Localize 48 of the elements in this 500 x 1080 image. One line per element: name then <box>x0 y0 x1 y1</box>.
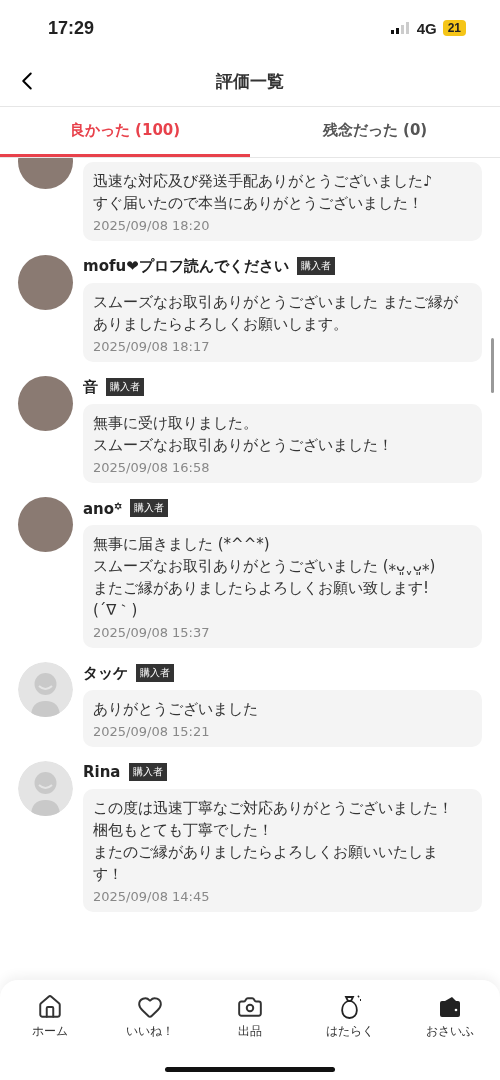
review-text: ありがとうございました <box>93 699 259 720</box>
buyer-badge: 購入者 <box>106 378 144 396</box>
review-text: 迅速な対応及び発送手配ありがとうございました♪ <box>93 171 434 192</box>
reviewer-name: ano꙳ <box>83 499 123 518</box>
review-text: (´∇｀) <box>93 600 139 621</box>
scrollbar <box>491 338 494 393</box>
heart-icon <box>137 994 163 1020</box>
page-title: 評価一覧 <box>216 69 284 93</box>
review-text: スムーズなお取引ありがとうございました！ <box>93 435 394 456</box>
review-date: 2025/09/08 14:45 <box>93 889 211 904</box>
review-text: 無事に受け取りました。 <box>93 413 259 434</box>
review-date: 2025/09/08 16:58 <box>93 460 211 475</box>
review-text: またのご縁がありましたらよろしくお願いいたします！ <box>93 842 439 885</box>
nav-item[interactable]: ホーム <box>10 994 90 1039</box>
reviewer-name: mofu❤プロフ読んでください <box>83 256 289 276</box>
review-text: 無事に届きました (*^^*) <box>93 534 271 555</box>
avatar-photo[interactable] <box>18 497 73 552</box>
home-icon <box>37 994 63 1020</box>
avatar-silhouette <box>18 761 73 816</box>
battery-level: 21 <box>442 20 466 36</box>
reviewer-name: 音 <box>83 377 98 397</box>
review-date: 2025/09/08 18:20 <box>93 218 211 233</box>
review-date: 2025/09/08 18:17 <box>93 339 211 354</box>
status-time: 17:29 <box>48 17 95 39</box>
review-text: スムーズなお取引ありがとうございました またご縁がありましたらよろしくお願いします。 <box>93 292 459 335</box>
review-text: またご縁がありましたらよろしくお願い致します! <box>93 578 430 599</box>
camera-icon <box>237 994 263 1020</box>
nav-item[interactable]: 出品 <box>210 994 290 1039</box>
buyer-badge: 購入者 <box>296 257 335 275</box>
nav-item[interactable]: はたらく <box>310 994 390 1039</box>
signal-icon <box>390 22 411 34</box>
buyer-badge: 購入者 <box>130 499 169 517</box>
review-text: この度は迅速丁寧なご対応ありがとうございました！梱包もとても丁寧でした！ <box>93 798 454 841</box>
buyer-badge: 購入者 <box>128 763 167 781</box>
buyer-badge: 購入者 <box>136 664 174 682</box>
review-text: スムーズなお取引ありがとうございました (⁎ᴗ͈ˬᴗ͈⁎) <box>93 556 437 577</box>
nav-item[interactable]: いいね！ <box>110 994 190 1039</box>
avatar-photo[interactable] <box>18 376 73 431</box>
nav-item[interactable]: おさいふ <box>410 994 490 1039</box>
reviewer-name: Rina <box>83 763 121 781</box>
reviewer-name: タッケ <box>83 663 128 683</box>
network-label: 4G <box>416 19 437 37</box>
review-text: すぐ届いたので本当にありがとうございました！ <box>93 193 424 214</box>
review-date: 2025/09/08 15:21 <box>93 724 211 739</box>
wallet-icon <box>437 994 463 1020</box>
avatar-photo[interactable] <box>18 255 73 310</box>
review-date: 2025/09/08 15:37 <box>93 625 211 640</box>
avatar-silhouette <box>18 662 73 717</box>
